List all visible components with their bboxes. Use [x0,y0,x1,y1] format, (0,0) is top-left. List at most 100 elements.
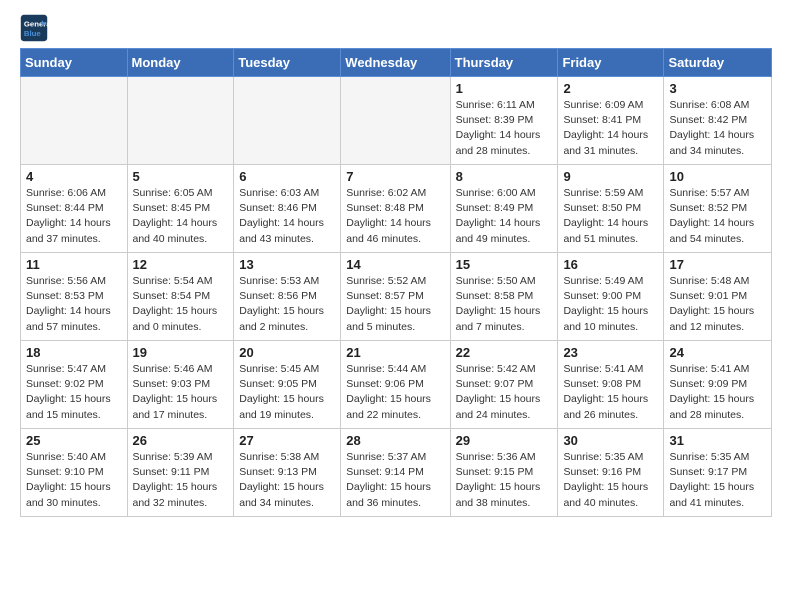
day-detail: Sunrise: 5:56 AM Sunset: 8:53 PM Dayligh… [26,274,122,335]
weekday-header: Monday [127,49,234,77]
day-detail: Sunrise: 6:00 AM Sunset: 8:49 PM Dayligh… [456,186,553,247]
calendar-day-cell [21,77,128,165]
day-number: 7 [346,169,444,184]
day-number: 13 [239,257,335,272]
calendar-week-row: 4 Sunrise: 6:06 AM Sunset: 8:44 PM Daylig… [21,165,772,253]
day-number: 12 [133,257,229,272]
day-number: 6 [239,169,335,184]
day-number: 11 [26,257,122,272]
day-detail: Sunrise: 5:48 AM Sunset: 9:01 PM Dayligh… [669,274,766,335]
calendar-day-cell: 13 Sunrise: 5:53 AM Sunset: 8:56 PM Dayli… [234,253,341,341]
day-detail: Sunrise: 5:40 AM Sunset: 9:10 PM Dayligh… [26,450,122,511]
day-number: 15 [456,257,553,272]
weekday-header: Tuesday [234,49,341,77]
weekday-header: Saturday [664,49,772,77]
day-detail: Sunrise: 5:49 AM Sunset: 9:00 PM Dayligh… [563,274,658,335]
day-number: 29 [456,433,553,448]
day-detail: Sunrise: 6:08 AM Sunset: 8:42 PM Dayligh… [669,98,766,159]
svg-text:Blue: Blue [24,29,42,38]
day-number: 18 [26,345,122,360]
calendar-week-row: 11 Sunrise: 5:56 AM Sunset: 8:53 PM Dayli… [21,253,772,341]
day-detail: Sunrise: 6:06 AM Sunset: 8:44 PM Dayligh… [26,186,122,247]
day-detail: Sunrise: 5:41 AM Sunset: 9:08 PM Dayligh… [563,362,658,423]
calendar-table: SundayMondayTuesdayWednesdayThursdayFrid… [20,48,772,517]
logo: General Blue [20,14,52,42]
day-number: 1 [456,81,553,96]
calendar-day-cell: 25 Sunrise: 5:40 AM Sunset: 9:10 PM Dayli… [21,429,128,517]
calendar-day-cell: 6 Sunrise: 6:03 AM Sunset: 8:46 PM Daylig… [234,165,341,253]
day-number: 22 [456,345,553,360]
logo-icon: General Blue [20,14,48,42]
calendar-day-cell: 17 Sunrise: 5:48 AM Sunset: 9:01 PM Dayli… [664,253,772,341]
calendar-day-cell: 12 Sunrise: 5:54 AM Sunset: 8:54 PM Dayli… [127,253,234,341]
calendar-day-cell: 15 Sunrise: 5:50 AM Sunset: 8:58 PM Dayli… [450,253,558,341]
calendar-day-cell [234,77,341,165]
day-number: 28 [346,433,444,448]
day-number: 2 [563,81,658,96]
calendar-day-cell: 3Sunrise: 6:08 AM Sunset: 8:42 PM Daylig… [664,77,772,165]
calendar-wrap: SundayMondayTuesdayWednesdayThursdayFrid… [0,48,792,527]
day-detail: Sunrise: 5:39 AM Sunset: 9:11 PM Dayligh… [133,450,229,511]
day-detail: Sunrise: 5:57 AM Sunset: 8:52 PM Dayligh… [669,186,766,247]
day-number: 8 [456,169,553,184]
day-number: 21 [346,345,444,360]
calendar-day-cell: 24 Sunrise: 5:41 AM Sunset: 9:09 PM Dayli… [664,341,772,429]
day-detail: Sunrise: 5:59 AM Sunset: 8:50 PM Dayligh… [563,186,658,247]
weekday-header: Friday [558,49,664,77]
day-number: 17 [669,257,766,272]
calendar-day-cell: 31 Sunrise: 5:35 AM Sunset: 9:17 PM Dayli… [664,429,772,517]
day-detail: Sunrise: 5:54 AM Sunset: 8:54 PM Dayligh… [133,274,229,335]
calendar-day-cell: 27Sunrise: 5:38 AM Sunset: 9:13 PM Dayli… [234,429,341,517]
day-detail: Sunrise: 5:47 AM Sunset: 9:02 PM Dayligh… [26,362,122,423]
day-number: 4 [26,169,122,184]
calendar-week-row: 18 Sunrise: 5:47 AM Sunset: 9:02 PM Dayli… [21,341,772,429]
day-detail: Sunrise: 5:37 AM Sunset: 9:14 PM Dayligh… [346,450,444,511]
day-number: 27 [239,433,335,448]
day-detail: Sunrise: 5:41 AM Sunset: 9:09 PM Dayligh… [669,362,766,423]
day-number: 25 [26,433,122,448]
calendar-day-cell: 30 Sunrise: 5:35 AM Sunset: 9:16 PM Dayli… [558,429,664,517]
calendar-day-cell: 1Sunrise: 6:11 AM Sunset: 8:39 PM Daylig… [450,77,558,165]
day-detail: Sunrise: 5:50 AM Sunset: 8:58 PM Dayligh… [456,274,553,335]
day-detail: Sunrise: 5:46 AM Sunset: 9:03 PM Dayligh… [133,362,229,423]
day-detail: Sunrise: 5:35 AM Sunset: 9:17 PM Dayligh… [669,450,766,511]
calendar-day-cell: 29 Sunrise: 5:36 AM Sunset: 9:15 PM Dayli… [450,429,558,517]
calendar-day-cell: 9 Sunrise: 5:59 AM Sunset: 8:50 PM Daylig… [558,165,664,253]
day-detail: Sunrise: 5:53 AM Sunset: 8:56 PM Dayligh… [239,274,335,335]
day-detail: Sunrise: 5:36 AM Sunset: 9:15 PM Dayligh… [456,450,553,511]
day-detail: Sunrise: 5:35 AM Sunset: 9:16 PM Dayligh… [563,450,658,511]
calendar-day-cell: 22 Sunrise: 5:42 AM Sunset: 9:07 PM Dayli… [450,341,558,429]
day-number: 10 [669,169,766,184]
calendar-week-row: 25 Sunrise: 5:40 AM Sunset: 9:10 PM Dayli… [21,429,772,517]
day-number: 30 [563,433,658,448]
day-number: 31 [669,433,766,448]
calendar-header-row: SundayMondayTuesdayWednesdayThursdayFrid… [21,49,772,77]
calendar-day-cell: 19Sunrise: 5:46 AM Sunset: 9:03 PM Dayli… [127,341,234,429]
calendar-week-row: 1Sunrise: 6:11 AM Sunset: 8:39 PM Daylig… [21,77,772,165]
calendar-day-cell: 2 Sunrise: 6:09 AM Sunset: 8:41 PM Daylig… [558,77,664,165]
day-detail: Sunrise: 5:42 AM Sunset: 9:07 PM Dayligh… [456,362,553,423]
calendar-day-cell: 14 Sunrise: 5:52 AM Sunset: 8:57 PM Dayli… [341,253,450,341]
calendar-day-cell: 20Sunrise: 5:45 AM Sunset: 9:05 PM Dayli… [234,341,341,429]
calendar-day-cell: 10 Sunrise: 5:57 AM Sunset: 8:52 PM Dayli… [664,165,772,253]
day-number: 14 [346,257,444,272]
calendar-day-cell: 18 Sunrise: 5:47 AM Sunset: 9:02 PM Dayli… [21,341,128,429]
calendar-day-cell: 5 Sunrise: 6:05 AM Sunset: 8:45 PM Daylig… [127,165,234,253]
calendar-day-cell: 16Sunrise: 5:49 AM Sunset: 9:00 PM Dayli… [558,253,664,341]
day-detail: Sunrise: 6:03 AM Sunset: 8:46 PM Dayligh… [239,186,335,247]
day-detail: Sunrise: 6:05 AM Sunset: 8:45 PM Dayligh… [133,186,229,247]
calendar-day-cell: 7 Sunrise: 6:02 AM Sunset: 8:48 PM Daylig… [341,165,450,253]
day-number: 5 [133,169,229,184]
day-detail: Sunrise: 6:02 AM Sunset: 8:48 PM Dayligh… [346,186,444,247]
page-header: General Blue [0,0,792,48]
day-number: 24 [669,345,766,360]
day-number: 23 [563,345,658,360]
calendar-day-cell: 28 Sunrise: 5:37 AM Sunset: 9:14 PM Dayli… [341,429,450,517]
day-detail: Sunrise: 5:52 AM Sunset: 8:57 PM Dayligh… [346,274,444,335]
day-detail: Sunrise: 6:09 AM Sunset: 8:41 PM Dayligh… [563,98,658,159]
calendar-day-cell: 23 Sunrise: 5:41 AM Sunset: 9:08 PM Dayli… [558,341,664,429]
calendar-day-cell: 26Sunrise: 5:39 AM Sunset: 9:11 PM Dayli… [127,429,234,517]
weekday-header: Sunday [21,49,128,77]
day-number: 9 [563,169,658,184]
calendar-day-cell: 11 Sunrise: 5:56 AM Sunset: 8:53 PM Dayli… [21,253,128,341]
